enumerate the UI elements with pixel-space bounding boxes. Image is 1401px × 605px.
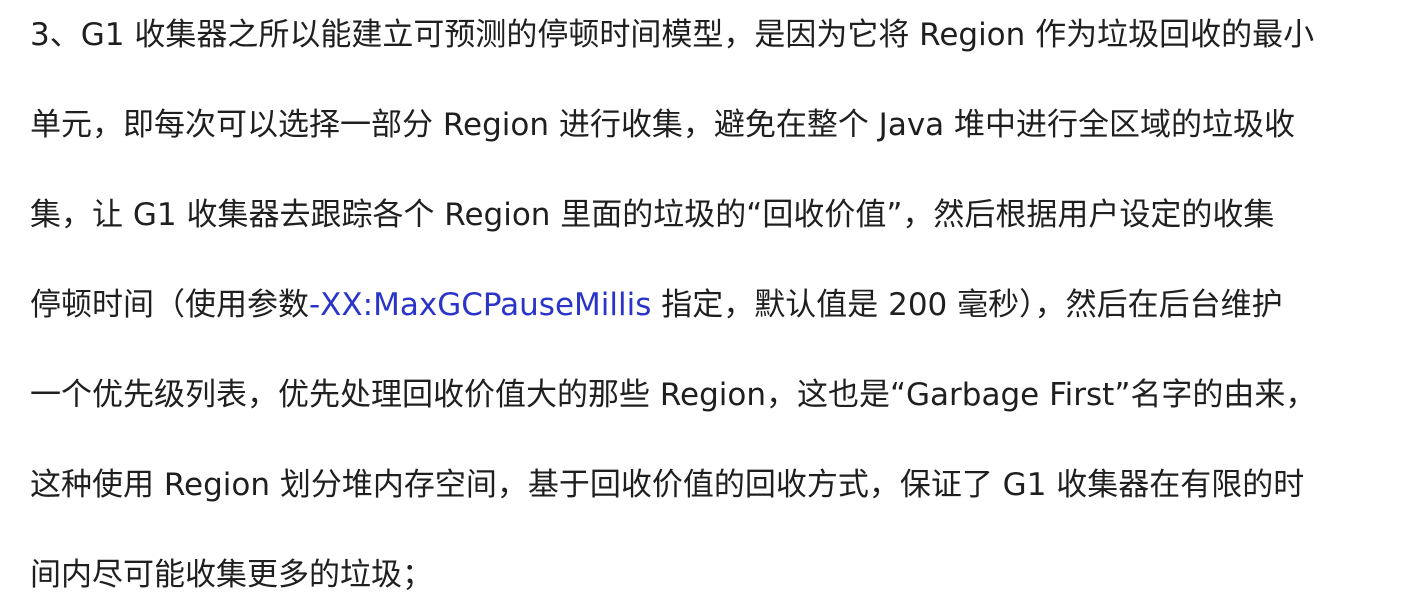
paragraph-line-4: 停顿时间（使用参数-XX:MaxGCPauseMillis 指定，默认值是 20…	[30, 275, 1283, 335]
paragraph-line-6: 这种使用 Region 划分堆内存空间，基于回收价值的回收方式，保证了 G1 收…	[30, 467, 1305, 503]
paragraph-line-2: 单元，即每次可以选择一部分 Region 进行收集，避免在整个 Java 堆中进…	[30, 107, 1296, 143]
paragraph-line-7: 间内尽可能收集更多的垃圾；	[30, 557, 433, 593]
line-4-text-after: 指定，默认值是 200 毫秒），然后在后台维护	[651, 287, 1283, 323]
paragraph-line-1: 3、G1 收集器之所以能建立可预测的停顿时间模型，是因为它将 Region 作为…	[30, 17, 1315, 53]
line-4-text-before: 停顿时间（使用参数	[30, 287, 309, 323]
paragraph-line-5: 一个优先级列表，优先处理回收价值大的那些 Region，这也是“Garbage …	[30, 377, 1317, 413]
paragraph-line-3: 集，让 G1 收集器去跟踪各个 Region 里面的垃圾的“回收价值”，然后根据…	[30, 197, 1275, 233]
jvm-parameter-max-gc-pause-millis: -XX:MaxGCPauseMillis	[309, 287, 652, 323]
